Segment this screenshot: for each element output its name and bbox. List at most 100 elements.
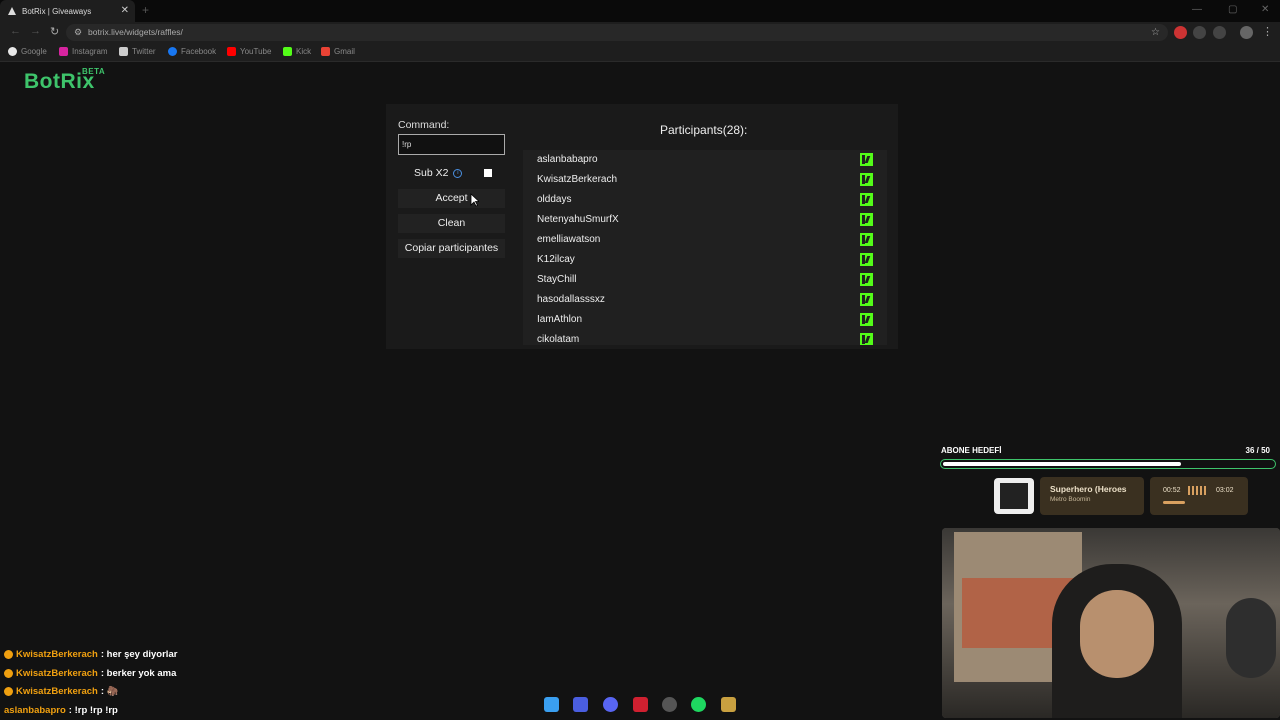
bookmark-youtube[interactable]: YouTube (227, 47, 271, 56)
instagram-icon (59, 47, 68, 56)
clean-button[interactable]: Clean (398, 214, 505, 233)
botrix-logo[interactable]: BotRix BETA (24, 67, 105, 94)
track-artist: Metro Boomin (1050, 496, 1091, 503)
goal-title: ABONE HEDEFİ (941, 446, 1002, 455)
kick-icon (860, 273, 873, 286)
participants-title: Participants(28): (660, 123, 748, 137)
bookmark-instagram[interactable]: Instagram (59, 47, 108, 56)
extensions-puzzle-icon[interactable] (1213, 26, 1226, 39)
kick-icon (860, 333, 873, 345)
beta-badge: BETA (82, 67, 106, 76)
kick-icon (860, 313, 873, 326)
profile-avatar-icon[interactable] (1240, 26, 1253, 39)
kick-icon (860, 193, 873, 206)
track-progress (1163, 501, 1185, 504)
participant-row[interactable]: emelliawatson (537, 230, 873, 250)
album-art (994, 478, 1034, 514)
reload-icon[interactable]: ↻ (50, 25, 59, 38)
goal-progress-track (940, 459, 1276, 469)
maximize-button[interactable]: ▢ (1228, 4, 1237, 15)
chat-message: KwisatzBerkerach: her şey diyorlar (4, 649, 177, 660)
kick-icon (860, 153, 873, 166)
tab-botrix-giveaways[interactable]: BotRix | Giveaways ✕ (0, 0, 135, 22)
goal-count: 36 / 50 (1245, 446, 1270, 455)
participant-row[interactable]: IamAthlon (537, 310, 873, 330)
discord-icon[interactable] (603, 697, 618, 712)
raffle-panel: Command: Sub X2 i Accept Clean Copiar pa… (386, 104, 898, 349)
taskbar (538, 694, 748, 716)
youtube-icon (227, 47, 236, 56)
menu-kebab-icon[interactable]: ⋮ (1262, 25, 1273, 38)
subscriber-goal: ABONE HEDEFİ 36 / 50 (938, 446, 1278, 472)
chat-message: aslanbabapro: !rp !rp !rp (4, 705, 118, 716)
bookmark-google[interactable]: Google (8, 47, 47, 56)
kick-icon (283, 47, 292, 56)
new-tab-button[interactable]: + (142, 3, 149, 17)
chatgpt-icon[interactable] (662, 697, 677, 712)
webcam-feed (942, 528, 1280, 718)
chat-badge-icon (4, 650, 13, 659)
participant-row[interactable]: hasodallasssxz (537, 290, 873, 310)
google-icon (8, 47, 17, 56)
extension-icon[interactable] (1174, 26, 1187, 39)
back-icon[interactable]: ← (10, 25, 21, 37)
bookmark-kick[interactable]: Kick (283, 47, 311, 56)
app-icon[interactable] (573, 697, 588, 712)
browser-tab-bar: BotRix | Giveaways ✕ + — ▢ ✕ (0, 0, 1280, 22)
sub-x2-row: Sub X2 i (414, 167, 463, 179)
media-icon[interactable] (1193, 26, 1206, 39)
kick-icon (860, 293, 873, 306)
sub-x2-checkbox[interactable] (484, 169, 492, 177)
twitter-x-icon (119, 47, 128, 56)
chat-badge-icon (4, 687, 13, 696)
track-title: Superhero (Heroes (1050, 484, 1127, 494)
info-icon[interactable]: i (453, 168, 463, 178)
tab-close-icon[interactable]: ✕ (121, 5, 129, 16)
kick-icon (860, 233, 873, 246)
spotify-icon[interactable] (691, 697, 706, 712)
bookmark-star-icon[interactable]: ☆ (1151, 24, 1160, 41)
chat-message: KwisatzBerkerach: berker yok ama (4, 668, 176, 679)
botrix-favicon-icon (8, 7, 16, 15)
kick-icon (860, 173, 873, 186)
participant-row[interactable]: K12ilcay (537, 250, 873, 270)
bookmark-twitter[interactable]: Twitter (119, 47, 156, 56)
goal-progress-fill (943, 462, 1181, 466)
address-bar[interactable]: ⚙ botrix.live/widgets/raffles/ ☆ (66, 24, 1168, 41)
participant-row[interactable]: aslanbabapro (537, 150, 873, 170)
close-window-button[interactable]: ✕ (1261, 4, 1269, 15)
participant-row[interactable]: StayChill (537, 270, 873, 290)
participants-list[interactable]: aslanbabapro KwisatzBerkerach olddays Ne… (523, 150, 887, 345)
now-playing-info: Superhero (Heroes Metro Boomin (1040, 477, 1144, 515)
sub-x2-label: Sub X2 (414, 167, 449, 179)
windows-icon[interactable] (544, 697, 559, 712)
mouse-cursor-icon (470, 193, 479, 207)
accept-button[interactable]: Accept (398, 189, 505, 208)
league-icon[interactable] (721, 697, 736, 712)
chat-message: KwisatzBerkerach: 🦣 (4, 686, 119, 697)
minimize-button[interactable]: — (1192, 4, 1202, 15)
bookmark-gmail[interactable]: Gmail (321, 47, 355, 56)
url-text: botrix.live/widgets/raffles/ (88, 27, 183, 37)
command-label: Command: (398, 119, 450, 131)
app-red-icon[interactable] (633, 697, 648, 712)
site-settings-icon[interactable]: ⚙ (74, 24, 82, 41)
participant-row[interactable]: cikolatam (537, 330, 873, 345)
participant-row[interactable]: KwisatzBerkerach (537, 170, 873, 190)
participant-row[interactable]: olddays (537, 190, 873, 210)
microphone-icon (1226, 598, 1276, 678)
tab-title: BotRix | Giveaways (22, 6, 92, 16)
participant-row[interactable]: NetenyahuSmurfX (537, 210, 873, 230)
address-bar-row: ← → ↻ ⚙ botrix.live/widgets/raffles/ ☆ ⋮ (0, 22, 1280, 43)
bookmark-facebook[interactable]: Facebook (168, 47, 216, 56)
chat-badge-icon (4, 669, 13, 678)
command-input[interactable] (398, 134, 505, 155)
kick-icon (860, 213, 873, 226)
copy-participants-button[interactable]: Copiar participantes (398, 239, 505, 258)
facebook-icon (168, 47, 177, 56)
forward-icon[interactable]: → (30, 25, 41, 37)
equalizer-icon (1188, 486, 1208, 495)
gmail-icon (321, 47, 330, 56)
track-duration: 03:02 (1216, 487, 1234, 494)
now-playing-time: 00:52 03:02 (1150, 477, 1248, 515)
